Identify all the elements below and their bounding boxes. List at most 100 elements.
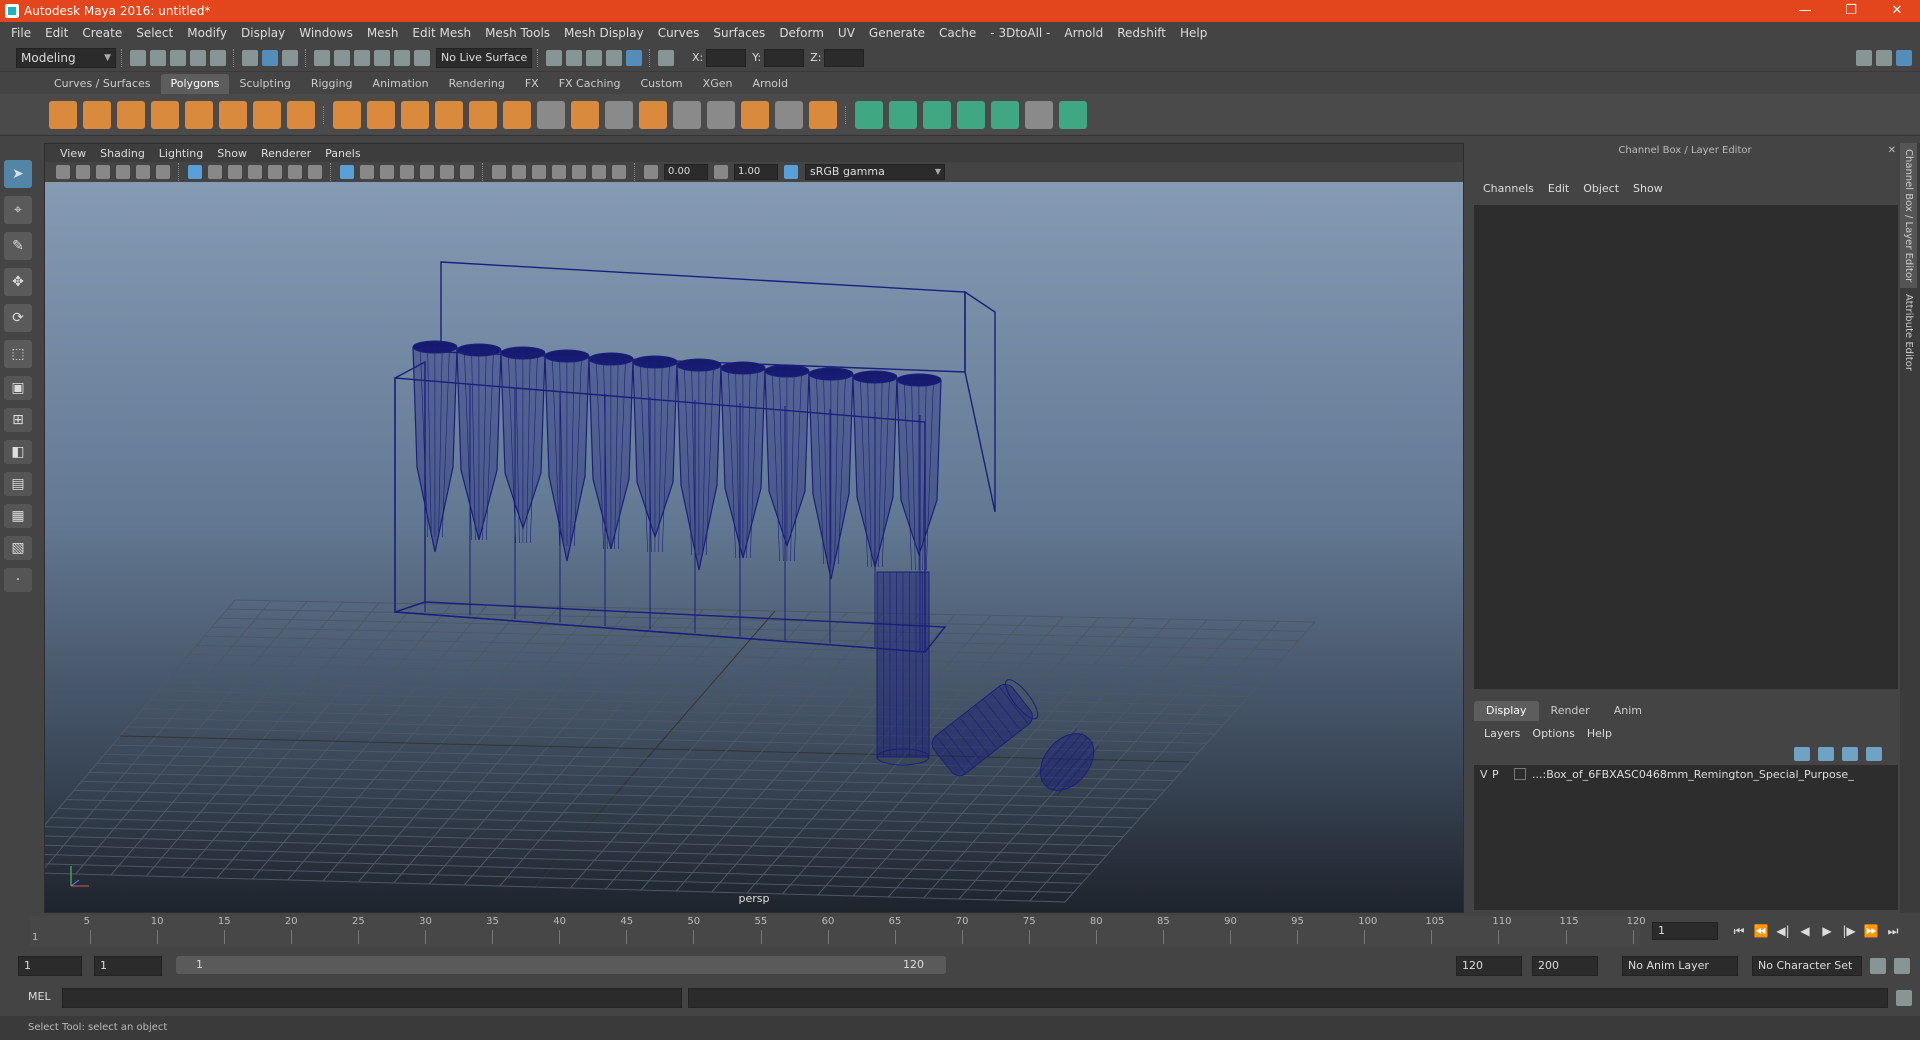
tab-anim[interactable]: Anim (1602, 701, 1654, 721)
render-frame-icon[interactable] (566, 49, 582, 66)
multi-cut-icon[interactable] (537, 100, 565, 129)
animation-preferences-icon[interactable] (1894, 958, 1910, 974)
menu-deform[interactable]: Deform (772, 26, 831, 40)
use-all-lights-icon[interactable] (440, 165, 454, 179)
undo-icon[interactable] (190, 49, 206, 66)
image-plane-icon[interactable] (116, 165, 130, 179)
viewport-menu-shading[interactable]: Shading (93, 147, 152, 160)
viewport-menu-view[interactable]: View (53, 147, 93, 160)
new-layer-from-selection-icon[interactable] (1866, 747, 1882, 761)
layers-menu[interactable]: Layers (1478, 727, 1526, 740)
xray-components-icon[interactable] (612, 165, 626, 179)
step-forward-frame-button[interactable]: |▶ (1838, 922, 1860, 940)
uv-editor-icon[interactable] (991, 100, 1019, 129)
uv-toolkit-icon[interactable] (1059, 100, 1087, 129)
layer-playback-toggle[interactable]: P (1492, 768, 1504, 781)
shelf-tab-sculpting[interactable]: Sculpting (229, 74, 300, 94)
menu-cache[interactable]: Cache (932, 26, 983, 40)
automatic-uv-icon[interactable] (957, 100, 985, 129)
shelf-tab-arnold[interactable]: Arnold (742, 74, 798, 94)
cylindrical-uv-icon[interactable] (889, 100, 917, 129)
menu-set-dropdown[interactable]: Modeling (16, 47, 116, 68)
select-camera-icon[interactable] (56, 165, 70, 179)
redo-icon[interactable] (210, 49, 226, 66)
menu-modify[interactable]: Modify (180, 26, 234, 40)
snap-live-icon[interactable] (394, 49, 410, 66)
camera-attributes-icon[interactable] (76, 165, 90, 179)
spherical-uv-icon[interactable] (923, 100, 951, 129)
object-menu[interactable]: Object (1576, 182, 1626, 195)
playback-end-field[interactable]: 120 (1456, 956, 1522, 976)
shelf-tab-curves-surfaces[interactable]: Curves / Surfaces (44, 74, 161, 94)
view-transform-dropdown[interactable]: sRGB gamma (805, 164, 945, 180)
attribute-editor-toggle-icon[interactable] (1896, 49, 1912, 66)
gamma-field[interactable]: 1.00 (734, 164, 778, 180)
merge-icon[interactable] (775, 100, 803, 129)
bookmark-icon[interactable] (96, 165, 110, 179)
offset-edge-loop-icon[interactable] (707, 100, 735, 129)
shelf-tab-animation[interactable]: Animation (363, 74, 439, 94)
resolution-gate-icon[interactable] (228, 165, 242, 179)
options-menu[interactable]: Options (1526, 727, 1580, 740)
menu-3dtoall[interactable]: - 3DtoAll - (983, 26, 1057, 40)
render-view-icon[interactable] (546, 49, 562, 66)
single-view-layout-icon[interactable]: ▣ (4, 376, 32, 400)
step-forward-key-button[interactable]: ⏩ (1860, 922, 1882, 940)
menu-curves[interactable]: Curves (651, 26, 707, 40)
shelf-tab-rendering[interactable]: Rendering (439, 74, 515, 94)
time-slider-track[interactable]: 1 5 10 15 20 25 30 35 40 45 50 55 60 65 70 75 80 85 90 95 1… (30, 916, 1646, 946)
shelf-tab-rigging[interactable]: Rigging (301, 74, 363, 94)
side-tab-attribute-editor[interactable]: Attribute Editor (1900, 288, 1917, 377)
shelf-tab-fx[interactable]: FX (515, 74, 549, 94)
exposure-icon[interactable] (644, 165, 658, 179)
layer-help-menu[interactable]: Help (1581, 727, 1618, 740)
poly-cube-icon[interactable] (83, 100, 111, 129)
maximize-button[interactable]: ❐ (1828, 0, 1874, 22)
menu-windows[interactable]: Windows (292, 26, 360, 40)
menu-mesh[interactable]: Mesh (360, 26, 406, 40)
menu-arnold[interactable]: Arnold (1057, 26, 1110, 40)
smooth-shade-icon[interactable] (360, 165, 374, 179)
snap-point-icon[interactable] (354, 49, 370, 66)
snap-view-plane-icon[interactable] (374, 49, 390, 66)
bevel-icon[interactable] (571, 100, 599, 129)
smooth-icon[interactable] (401, 100, 429, 129)
separate-icon[interactable] (367, 100, 395, 129)
menu-display[interactable]: Display (234, 26, 292, 40)
menu-create[interactable]: Create (75, 26, 129, 40)
save-scene-icon[interactable] (170, 49, 186, 66)
booleans-icon[interactable] (435, 100, 463, 129)
tab-display[interactable]: Display (1474, 701, 1539, 721)
go-to-start-button[interactable]: ⏮ (1728, 922, 1750, 940)
select-component-icon[interactable] (282, 49, 298, 66)
menu-edit-mesh[interactable]: Edit Mesh (405, 26, 478, 40)
menu-surfaces[interactable]: Surfaces (706, 26, 772, 40)
planar-uv-icon[interactable] (855, 100, 883, 129)
menu-help[interactable]: Help (1173, 26, 1214, 40)
viewport-menu-show[interactable]: Show (210, 147, 254, 160)
scale-tool-icon[interactable]: ⬚ (4, 340, 32, 368)
grid-icon[interactable] (188, 165, 202, 179)
character-set-dropdown[interactable]: No Character Set (1752, 956, 1862, 976)
insert-edge-loop-icon[interactable] (673, 100, 701, 129)
xray-joints-icon[interactable] (592, 165, 606, 179)
shelf-tab-polygons[interactable]: Polygons (160, 74, 230, 94)
screen-space-ao-icon[interactable] (492, 165, 506, 179)
append-polygon-icon[interactable] (639, 100, 667, 129)
close-button[interactable]: ✕ (1874, 0, 1920, 22)
safe-title-icon[interactable] (308, 165, 322, 179)
snap-grid-icon[interactable] (314, 49, 330, 66)
poly-cone-icon[interactable] (151, 100, 179, 129)
move-layer-down-icon[interactable] (1818, 747, 1834, 761)
play-backwards-button[interactable]: ◀ (1794, 922, 1816, 940)
move-layer-up-icon[interactable] (1794, 747, 1810, 761)
move-tool-icon[interactable]: ✥ (4, 268, 32, 296)
script-editor-icon[interactable] (1896, 990, 1912, 1006)
step-back-frame-button[interactable]: ◀| (1772, 922, 1794, 940)
layer-visibility-toggle[interactable]: V (1480, 768, 1492, 781)
channels-menu[interactable]: Channels (1476, 182, 1541, 195)
2d-pan-zoom-icon[interactable] (136, 165, 150, 179)
select-tool-icon[interactable]: ➤ (4, 160, 32, 188)
target-weld-icon[interactable] (605, 100, 633, 129)
poly-cylinder-icon[interactable] (117, 100, 145, 129)
